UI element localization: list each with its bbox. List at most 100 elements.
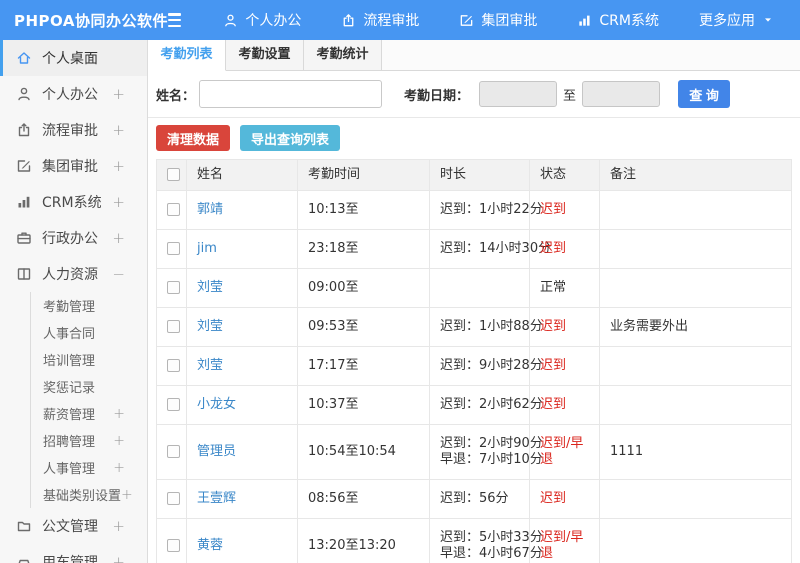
status-text: 迟到 (529, 307, 600, 347)
expand-toggle-icon[interactable]: + (113, 460, 147, 476)
sidebar-sub-item[interactable]: 基础类别设置 + (31, 481, 147, 508)
status-text: 迟到/早退 (529, 518, 600, 563)
sidebar-item-label: 人力资源 (42, 267, 98, 283)
row-checkbox[interactable] (167, 320, 180, 333)
sidebar-sub-item[interactable]: 人事合同 (31, 319, 147, 346)
table-row: 小龙女 10:37至 迟到：2小时62分 迟到 (156, 385, 792, 425)
employee-name-link[interactable]: 王壹辉 (197, 491, 236, 506)
row-checkbox[interactable] (167, 203, 180, 216)
clean-data-button[interactable]: 清理数据 (156, 125, 231, 151)
row-checkbox[interactable] (167, 445, 180, 458)
sidebar-item[interactable]: 个人办公 + (0, 76, 147, 112)
sidebar-item[interactable]: CRM系统 + (0, 184, 147, 220)
tab-考勤设置[interactable]: 考勤设置 (226, 40, 304, 70)
sidebar-sub-item[interactable]: 人事管理 + (31, 454, 147, 481)
expand-toggle-icon[interactable]: + (112, 85, 137, 103)
column-header: 时长 (429, 159, 530, 191)
flow-icon (16, 122, 32, 138)
row-checkbox[interactable] (167, 539, 180, 552)
row-checkbox[interactable] (167, 492, 180, 505)
sidebar-item[interactable]: 行政办公 + (0, 220, 147, 256)
tab-考勤统计[interactable]: 考勤统计 (304, 40, 382, 70)
expand-toggle-icon[interactable]: + (112, 229, 137, 247)
employee-name-link[interactable]: 黄蓉 (197, 538, 223, 553)
sidebar-sub-item[interactable]: 薪资管理 + (31, 400, 147, 427)
top-nav-item[interactable]: CRM系统 (563, 0, 673, 40)
expand-toggle-icon[interactable]: + (112, 121, 137, 139)
date-end-input[interactable] (582, 81, 661, 107)
toolbar: 清理数据 导出查询列表 (148, 118, 800, 159)
sidebar-item[interactable]: 用车管理 + (0, 544, 147, 563)
chart-icon (577, 13, 592, 28)
row-checkbox[interactable] (167, 398, 180, 411)
duration (429, 268, 530, 308)
employee-name-link[interactable]: jim (197, 241, 217, 256)
query-button[interactable]: 查 询 (678, 80, 731, 108)
sidebar-sub-item[interactable]: 奖惩记录 (31, 373, 147, 400)
row-checkbox[interactable] (167, 281, 180, 294)
sidebar-item-label: 行政办公 (42, 231, 98, 247)
remark: 业务需要外出 (599, 307, 792, 347)
sidebar-item[interactable]: 集团审批 + (0, 148, 147, 184)
duration: 迟到：14小时30分 (429, 229, 551, 269)
sidebar-sub-item[interactable]: 培训管理 (31, 346, 147, 373)
table-row: 管理员 10:54至10:54 迟到：2小时90分 早退：7小时10分 迟到/早退 111… (156, 424, 792, 480)
expand-toggle-icon[interactable]: + (113, 433, 147, 449)
table-row: 郭靖 10:13至 迟到：1小时22分 迟到 (156, 190, 792, 230)
sidebar-sub-item-label: 招聘管理 (43, 435, 96, 450)
duration: 迟到：9小时28分 (429, 346, 543, 386)
name-input[interactable] (199, 80, 383, 108)
row-checkbox[interactable] (167, 359, 180, 372)
top-nav-item[interactable]: 集团审批 (445, 0, 551, 40)
expand-toggle-icon[interactable]: + (112, 157, 137, 175)
export-list-button[interactable]: 导出查询列表 (240, 125, 341, 151)
remark (599, 385, 792, 425)
top-nav-label: CRM系统 (599, 13, 659, 29)
sidebar-item[interactable]: 人力资源 − (0, 256, 147, 292)
employee-name-link[interactable]: 管理员 (197, 444, 236, 459)
row-checkbox[interactable] (167, 242, 180, 255)
attendance-table: 姓名 考勤时间 时长 状态 备注 郭靖 10:13至 迟到：1小时22分 迟到 jim 23:18… (156, 159, 792, 563)
sidebar-sub-item[interactable]: 招聘管理 + (31, 427, 147, 454)
top-nav: 个人办公 流程审批 集团审批 CRM系统 更多应用 (209, 0, 800, 40)
employee-name-link[interactable]: 小龙女 (197, 397, 236, 412)
expand-toggle-icon[interactable]: + (121, 487, 147, 503)
car-icon (16, 554, 32, 563)
attendance-time: 09:00至 (297, 268, 430, 308)
sidebar-item-label: 公文管理 (42, 519, 98, 535)
expand-toggle-icon[interactable]: + (113, 406, 147, 422)
expand-toggle-icon[interactable]: + (112, 193, 137, 211)
sidebar-item[interactable]: 公文管理 + (0, 508, 147, 544)
sidebar-sub-item-label: 基础类别设置 (43, 489, 122, 504)
remark (599, 268, 792, 308)
sidebar-item-label: 用车管理 (42, 555, 98, 563)
select-all-checkbox[interactable] (167, 168, 180, 181)
top-nav-item[interactable]: 更多应用 (685, 0, 788, 40)
status-text: 迟到/早退 (529, 424, 600, 480)
hamburger-menu-icon[interactable] (168, 13, 182, 27)
expand-toggle-icon[interactable]: + (112, 553, 137, 563)
employee-name-link[interactable]: 刘莹 (197, 358, 223, 373)
sidebar-sub-item[interactable]: 考勤管理 (31, 292, 147, 319)
employee-name-link[interactable]: 刘莹 (197, 280, 223, 295)
remark (599, 518, 792, 563)
top-nav-label: 流程审批 (363, 13, 420, 29)
employee-name-link[interactable]: 刘莹 (197, 319, 223, 334)
main-content: 考勤列表 考勤设置 考勤统计 姓名： 考勤日期： 至 查 询 清理数据 导出查询列表… (148, 40, 800, 563)
search-bar: 姓名： 考勤日期： 至 查 询 (148, 71, 800, 118)
top-nav-item[interactable]: 个人办公 (209, 0, 315, 40)
sidebar-item-label: 个人办公 (42, 87, 98, 103)
sidebar-sub-item-label: 培训管理 (43, 354, 96, 369)
app-logo: PHPOA协同办公软件 (14, 11, 168, 30)
attendance-time: 23:18至 (297, 229, 430, 269)
employee-name-link[interactable]: 郭靖 (197, 202, 223, 217)
expand-toggle-icon[interactable]: − (112, 265, 137, 283)
top-nav-item[interactable]: 流程审批 (327, 0, 433, 40)
tab-考勤列表[interactable]: 考勤列表 (148, 40, 226, 71)
sidebar-item[interactable]: 个人桌面 (0, 40, 147, 76)
sidebar-item[interactable]: 流程审批 + (0, 112, 147, 148)
sidebar-sub-item-label: 考勤管理 (43, 300, 96, 315)
expand-toggle-icon[interactable]: + (112, 517, 137, 535)
date-start-input[interactable] (479, 81, 558, 107)
status-text: 迟到 (529, 346, 600, 386)
